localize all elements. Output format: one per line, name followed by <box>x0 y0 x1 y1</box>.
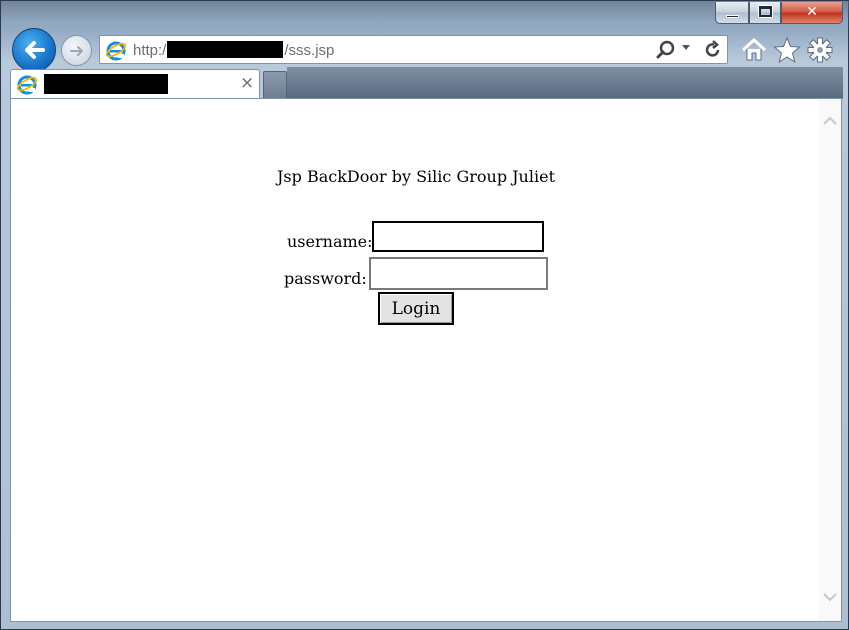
tab-title-redacted <box>44 74 168 94</box>
home-icon[interactable] <box>740 37 768 67</box>
username-input[interactable] <box>372 221 544 252</box>
url-redaction <box>167 41 284 58</box>
ie-logo-icon <box>105 39 127 65</box>
url-suffix: /sss.jsp <box>284 42 335 59</box>
address-bar[interactable]: http:/ /sss.jsp <box>99 35 728 64</box>
vertical-scrollbar[interactable] <box>819 99 841 621</box>
chevron-down-icon[interactable] <box>822 589 838 605</box>
arrow-right-icon <box>69 45 83 56</box>
minimize-button[interactable] <box>715 2 749 24</box>
close-window-button[interactable]: ✕ <box>781 2 843 24</box>
login-button[interactable]: Login <box>378 292 454 325</box>
favorites-star-icon[interactable] <box>773 36 801 67</box>
ie-logo-icon <box>16 73 38 99</box>
browser-tab[interactable]: × <box>10 69 260 99</box>
search-icon[interactable] <box>656 40 676 64</box>
password-input[interactable] <box>369 257 548 290</box>
refresh-icon[interactable] <box>703 40 723 64</box>
url-text[interactable]: http:/ /sss.jsp <box>133 41 334 59</box>
url-prefix: http:/ <box>133 42 167 59</box>
username-label: username: <box>287 232 373 251</box>
gear-icon[interactable] <box>806 37 834 67</box>
close-icon: ✕ <box>806 4 818 20</box>
browser-window: ✕ http:/ /sss.jsp × Jsp BackDoor by Silic… <box>0 0 849 630</box>
chevron-up-icon[interactable] <box>822 113 838 129</box>
back-button[interactable] <box>12 28 56 72</box>
minimize-icon <box>726 15 739 18</box>
tab-strip <box>287 67 843 99</box>
password-label: password: <box>284 269 367 288</box>
page-viewport: Jsp BackDoor by Silic Group Juliet usern… <box>10 98 842 622</box>
chevron-down-icon[interactable] <box>682 45 690 50</box>
page-title: Jsp BackDoor by Silic Group Juliet <box>276 167 555 186</box>
arrow-left-icon <box>25 41 45 59</box>
forward-button[interactable] <box>61 35 92 66</box>
tab-close-icon[interactable]: × <box>240 73 254 93</box>
maximize-icon <box>759 6 772 17</box>
new-tab-button[interactable] <box>263 71 287 98</box>
maximize-button[interactable] <box>749 2 781 24</box>
